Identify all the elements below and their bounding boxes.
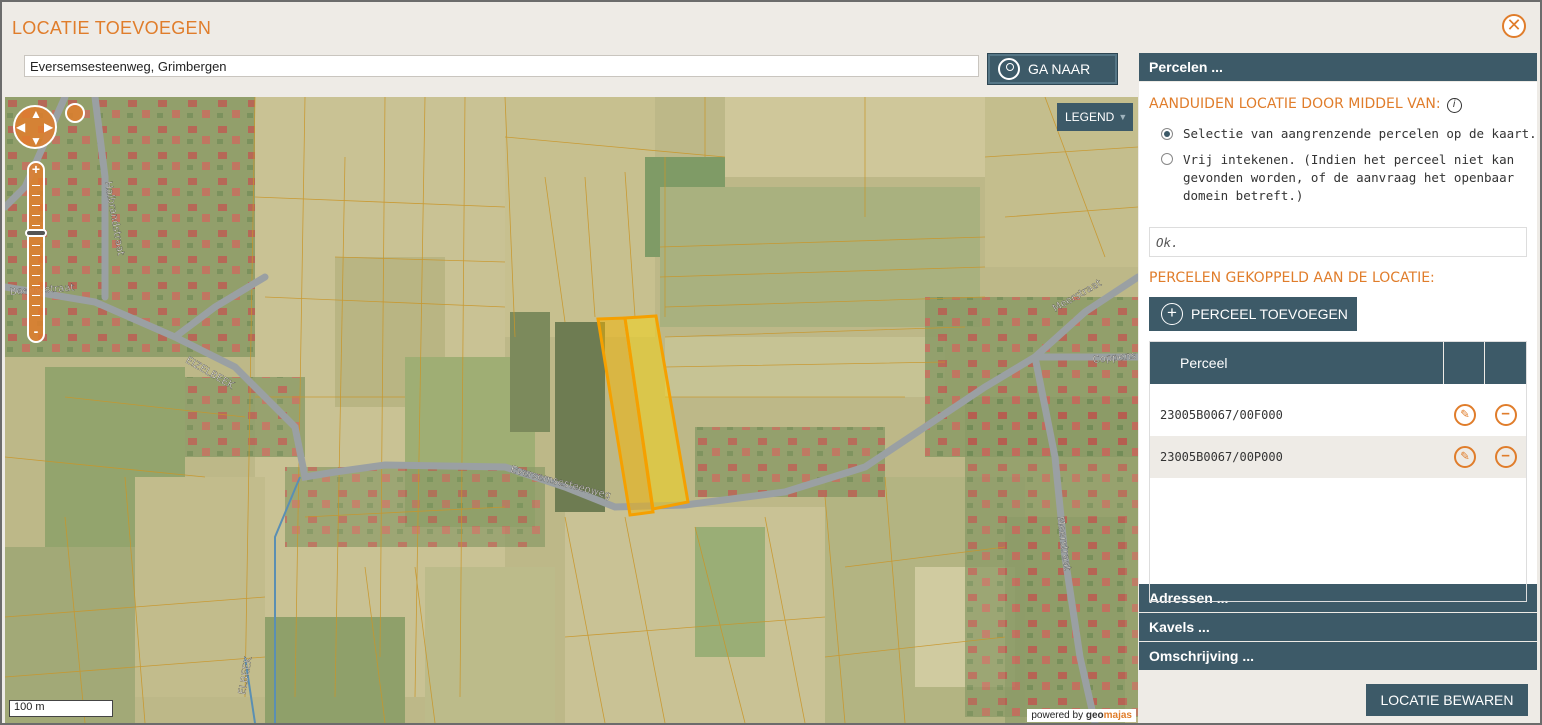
aerial-map-image: Halbrandstraat Beemdstraat EIZELBEEK Eve… — [5, 97, 1138, 723]
status-box: Ok. — [1149, 227, 1527, 257]
perceel-id: 23005B0067/00P000 — [1160, 450, 1283, 464]
table-row[interactable]: 23005B0067/00P000 ✎ − — [1150, 436, 1526, 478]
ga-naar-label: GA NAAR — [1028, 61, 1091, 77]
col-edit — [1444, 342, 1486, 384]
legend-button[interactable]: LEGEND ▼ — [1057, 103, 1133, 131]
info-icon[interactable]: i — [1446, 98, 1462, 113]
zoom-handle[interactable] — [25, 229, 47, 237]
omschrijving-header[interactable]: Omschrijving ... — [1139, 642, 1537, 671]
edit-pencil-icon[interactable]: ✎ — [1453, 446, 1476, 468]
percelen-header[interactable]: Percelen ... — [1139, 53, 1537, 82]
aanduiden-title: AANDUIDEN LOCATIE DOOR MIDDEL VAN: i — [1149, 96, 1462, 113]
plus-icon: + — [1161, 303, 1183, 325]
legend-label: LEGEND — [1065, 110, 1115, 124]
option-selectie-label: Selectie van aangrenzende percelen op de… — [1183, 126, 1537, 141]
remove-minus-icon[interactable]: − — [1494, 446, 1517, 468]
right-panel: Percelen ... AANDUIDEN LOCATIE DOOR MIDD… — [1139, 53, 1537, 671]
chevron-down-icon: ▼ — [1118, 112, 1128, 122]
pan-right-icon[interactable]: ▶ — [44, 121, 53, 133]
table-row[interactable]: 23005B0067/00F000 ✎ − — [1150, 394, 1526, 436]
remove-minus-icon[interactable]: − — [1494, 404, 1517, 426]
option-vrij-label: Vrij intekenen. (Indien het perceel niet… — [1183, 152, 1515, 203]
edit-pencil-icon[interactable]: ✎ — [1453, 404, 1476, 426]
option-vrij[interactable]: Vrij intekenen. (Indien het perceel niet… — [1161, 151, 1521, 205]
pan-control[interactable]: ▲ ▼ ◀ ▶ — [13, 105, 57, 149]
map-view[interactable]: Halbrandstraat Beemdstraat EIZELBEEK Eve… — [5, 97, 1138, 723]
table-header: Perceel — [1150, 342, 1526, 384]
locatie-bewaren-button[interactable]: LOCATIE BEWAREN — [1366, 684, 1528, 716]
dialog-title: LOCATIE TOEVOEGEN — [12, 18, 212, 38]
kavels-header[interactable]: Kavels ... — [1139, 613, 1537, 642]
address-search-input[interactable] — [24, 55, 979, 77]
zoom-rectangle-icon[interactable] — [65, 103, 85, 123]
percelen-body: AANDUIDEN LOCATIE DOOR MIDDEL VAN: i Sele… — [1139, 82, 1537, 602]
zoom-out-button[interactable]: - — [29, 323, 43, 339]
col-perceel: Perceel — [1150, 342, 1445, 384]
search-icon — [998, 58, 1020, 80]
scale-bar: 100 m — [9, 700, 113, 717]
ga-naar-button[interactable]: GA NAAR — [987, 53, 1118, 85]
zoom-slider[interactable]: + - — [25, 161, 47, 343]
radio-vrij[interactable] — [1161, 153, 1173, 165]
perceel-toevoegen-button[interactable]: + PERCEEL TOEVOEGEN — [1149, 297, 1357, 331]
percelen-table: Perceel 23005B0067/00F000 ✎ − 23005B0067… — [1149, 341, 1527, 602]
perceel-toevoegen-label: PERCEEL TOEVOEGEN — [1191, 306, 1348, 322]
pan-down-icon[interactable]: ▼ — [30, 135, 42, 147]
perceel-id: 23005B0067/00F000 — [1160, 408, 1283, 422]
pan-left-icon[interactable]: ◀ — [16, 121, 25, 133]
pan-up-icon[interactable]: ▲ — [30, 108, 42, 120]
powered-by: powered by geomajas — [1027, 709, 1136, 722]
radio-selectie[interactable] — [1161, 128, 1173, 140]
col-remove — [1485, 342, 1526, 384]
zoom-in-button[interactable]: + — [29, 161, 43, 177]
close-button[interactable]: ✕ — [1502, 14, 1526, 38]
option-selectie[interactable]: Selectie van aangrenzende percelen op de… — [1161, 126, 1537, 141]
locatie-dialog: LOCATIE TOEVOEGEN ✕ GA NAAR — [0, 0, 1542, 725]
gekoppeld-title: PERCELEN GEKOPPELD AAN DE LOCATIE: — [1149, 270, 1435, 286]
